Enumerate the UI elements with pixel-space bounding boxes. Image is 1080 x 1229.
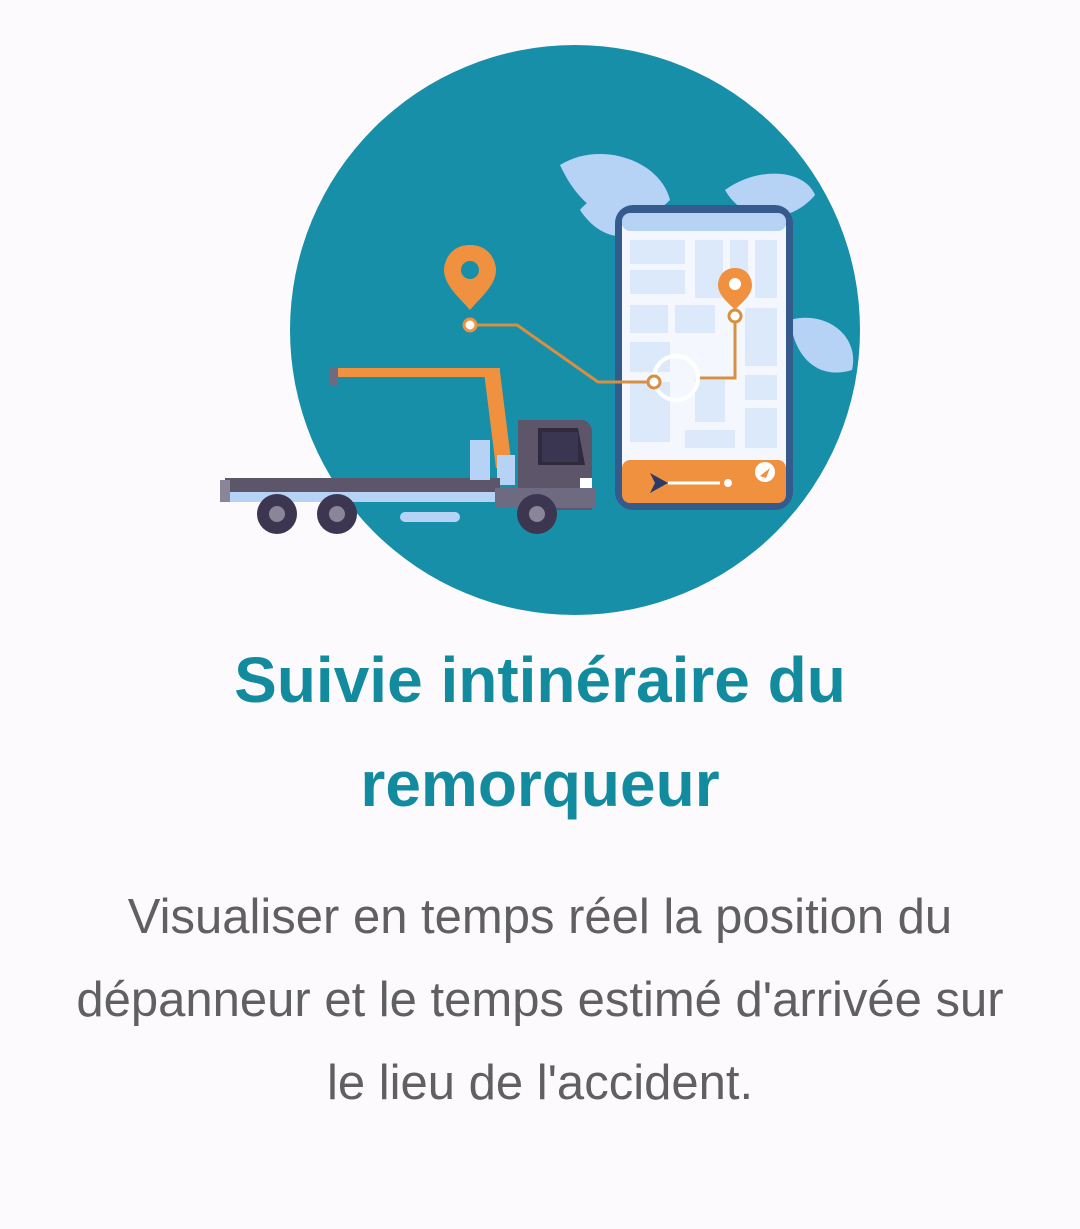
phone-map-icon: [615, 205, 793, 510]
feature-description: Visualiser en temps réel la position du …: [76, 890, 1004, 1110]
page-title: Suivie intinéraire du remorqueur: [234, 644, 846, 820]
tow-truck-tracking-illustration: [220, 45, 860, 615]
